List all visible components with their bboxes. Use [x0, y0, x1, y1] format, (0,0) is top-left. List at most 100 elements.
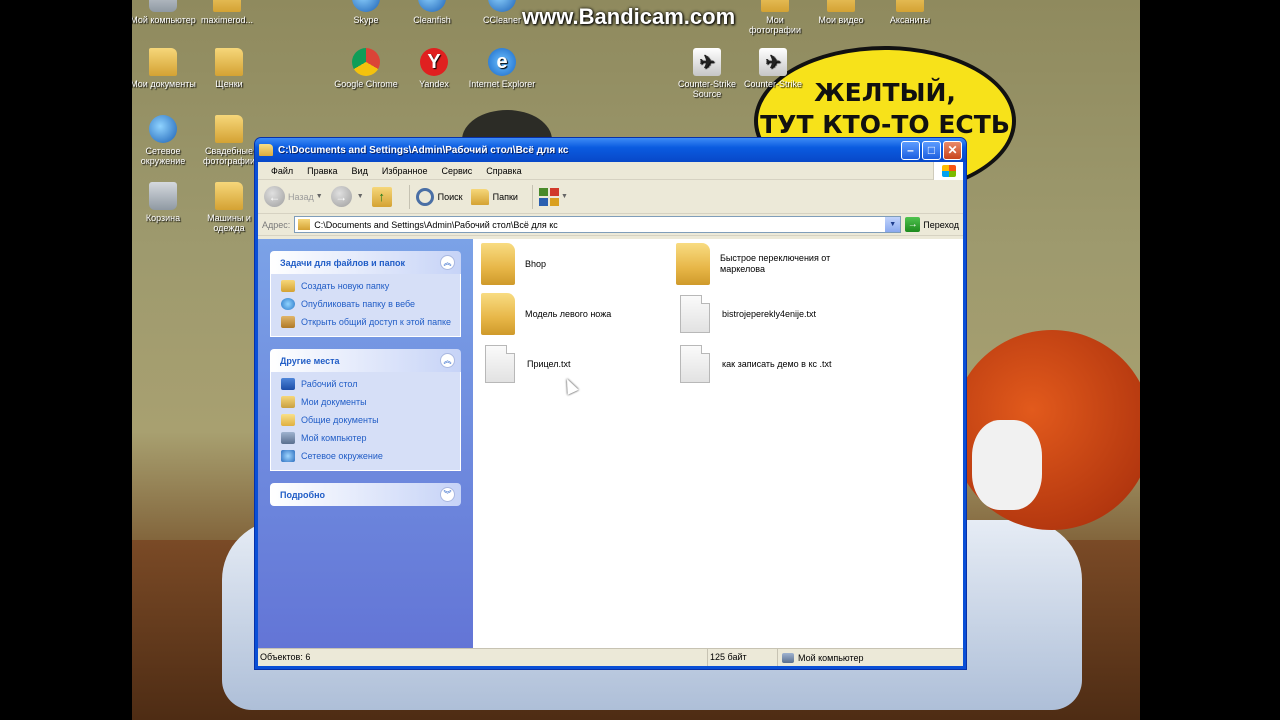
title-bar[interactable]: C:\Documents and Settings\Admin\Рабочий … [255, 138, 966, 162]
back-button[interactable]: ← Назад ▼ [264, 186, 323, 207]
chevron-down-icon[interactable]: ︾ [440, 487, 455, 502]
desktop-icon-cleanfish[interactable]: Cleanfish [397, 0, 467, 25]
place-label: Сетевое окружение [301, 451, 383, 461]
desktop-icon-label: Мои фотографии [749, 15, 801, 35]
place-my-documents[interactable]: Мои документы [281, 396, 452, 408]
chevron-up-icon[interactable]: ︽ [440, 353, 455, 368]
text-file-icon [485, 345, 515, 383]
desktop-icon-recycle-bin[interactable]: Корзина [132, 182, 198, 223]
text-file-icon [680, 295, 710, 333]
desktop-icon-label: Yandex [419, 79, 449, 89]
task-new-folder[interactable]: Создать новую папку [281, 280, 452, 292]
details-panel-header[interactable]: Подробно ︾ [270, 483, 461, 506]
back-button-label: Назад [288, 191, 314, 202]
network-icon [281, 450, 295, 462]
desktop-icon-network[interactable]: Сетевое окружение [132, 115, 198, 166]
task-publish-web[interactable]: Опубликовать папку в вебе [281, 298, 452, 310]
desktop-icon-counter-strike[interactable]: ✈ Counter-Strike [738, 48, 808, 89]
desktop-icon-yandex[interactable]: Y Yandex [399, 48, 469, 89]
file-item-folder[interactable]: Bhop [481, 243, 671, 285]
file-name: Bhop [525, 258, 547, 269]
menu-favorites[interactable]: Избранное [375, 166, 435, 176]
desktop-icon-my-videos[interactable]: Мои видео [806, 0, 876, 25]
file-item-folder[interactable]: Быстрое переключения от маркелова [676, 243, 866, 285]
close-button[interactable]: ✕ [943, 140, 962, 160]
file-item-txt[interactable]: Прицел.txt [483, 345, 673, 383]
desktop-icon-counter-strike-source[interactable]: ✈ Counter-Strike Source [672, 48, 742, 99]
toolbar: ← Назад ▼ → ▼ ↑ Поиск Папки ▼ [258, 180, 963, 214]
desktop-icon-ccleaner[interactable]: CCleaner [467, 0, 537, 25]
place-label: Общие документы [301, 415, 379, 425]
desktop-icon-puppies[interactable]: Щенки [194, 48, 264, 89]
chevron-down-icon[interactable]: ▼ [885, 217, 901, 232]
background-character-hand [972, 420, 1042, 510]
counter-strike-icon: ✈ [759, 48, 787, 76]
desktop-icon-label: Counter-Strike [743, 79, 803, 89]
place-desktop[interactable]: Рабочий стол [281, 378, 452, 390]
folder-icon [676, 243, 710, 285]
search-button-label: Поиск [437, 191, 463, 202]
menu-help[interactable]: Справка [479, 166, 528, 176]
file-item-txt[interactable]: как записать демо в кс .txt [678, 345, 868, 383]
desktop-icon-maximerod[interactable]: maximerod... [192, 0, 262, 25]
desktop-icon-my-photos[interactable]: Мои фотографии [740, 0, 810, 35]
desktop-icon-internet-explorer[interactable]: e Internet Explorer [467, 48, 537, 89]
toolbar-separator [531, 184, 533, 209]
task-label: Создать новую папку [301, 281, 390, 291]
desktop-icon-my-computer[interactable]: Мой компьютер [132, 0, 198, 25]
status-size: 125 байт [708, 649, 778, 666]
up-button[interactable]: ↑ [371, 186, 395, 207]
file-item-folder[interactable]: Модель левого ножа [481, 293, 671, 335]
place-network[interactable]: Сетевое окружение [281, 450, 452, 462]
views-button[interactable]: ▼ [538, 187, 568, 206]
network-icon [149, 115, 177, 143]
folder-icon [827, 0, 855, 12]
folder-icon [298, 219, 311, 230]
places-panel-header[interactable]: Другие места ︽ [270, 349, 461, 372]
folder-icon [481, 293, 515, 335]
desktop-icon-label: Аксаниты [889, 15, 931, 25]
file-item-txt[interactable]: bistrojeperekly4enije.txt [678, 295, 868, 333]
minimize-button[interactable]: – [901, 140, 920, 160]
menu-bar: Файл Правка Вид Избранное Сервис Справка [258, 162, 963, 180]
chevron-down-icon: ▼ [560, 193, 568, 200]
folder-icon [896, 0, 924, 12]
tasks-panel-body: Создать новую папку Опубликовать папку в… [270, 274, 461, 337]
watermark: www.Bandicam.com [522, 4, 736, 29]
tasks-panel-title: Задачи для файлов и папок [280, 257, 406, 268]
file-name: как записать демо в кс .txt [722, 358, 832, 369]
desktop-icon-aksanity[interactable]: Аксаниты [875, 0, 945, 25]
address-input[interactable]: C:\Documents and Settings\Admin\Рабочий … [294, 216, 902, 233]
place-shared-documents[interactable]: Общие документы [281, 414, 452, 426]
my-documents-icon [281, 396, 295, 408]
search-button[interactable]: Поиск [415, 187, 463, 206]
maximize-button[interactable]: □ [922, 140, 941, 160]
place-my-computer[interactable]: Мой компьютер [281, 432, 452, 444]
web-publish-icon [281, 298, 295, 310]
window-client: Файл Правка Вид Избранное Сервис Справка… [258, 162, 963, 666]
menu-tools[interactable]: Сервис [434, 166, 479, 176]
ccleaner-icon [488, 0, 516, 12]
go-button[interactable]: → Переход [905, 217, 959, 232]
desktop-icon-my-documents[interactable]: Мои документы [132, 48, 198, 89]
task-share-folder[interactable]: Открыть общий доступ к этой папке [281, 316, 452, 328]
menu-edit[interactable]: Правка [300, 166, 344, 176]
views-icon [538, 187, 559, 206]
desktop-icon-label: CCleaner [482, 15, 522, 25]
desktop-icon-label: Щенки [215, 79, 243, 89]
status-object-count: Объектов: 6 [258, 649, 708, 666]
skype-icon [352, 0, 380, 12]
forward-button[interactable]: → ▼ [330, 186, 364, 207]
window-title: C:\Documents and Settings\Admin\Рабочий … [278, 144, 569, 156]
task-label: Открыть общий доступ к этой папке [301, 317, 452, 327]
file-name: Прицел.txt [527, 358, 571, 369]
tasks-panel-header[interactable]: Задачи для файлов и папок ︽ [270, 251, 461, 274]
chevron-up-icon[interactable]: ︽ [440, 255, 455, 270]
desktop-icon-skype[interactable]: Skype [331, 0, 401, 25]
menu-view[interactable]: Вид [345, 166, 375, 176]
desktop-icon-chrome[interactable]: Google Chrome [331, 48, 401, 89]
folders-button[interactable]: Папки [470, 188, 518, 205]
places-panel-body: Рабочий стол Мои документы Общие докумен… [270, 372, 461, 471]
file-name: Быстрое переключения от маркелова [720, 253, 831, 274]
menu-file[interactable]: Файл [264, 166, 300, 176]
